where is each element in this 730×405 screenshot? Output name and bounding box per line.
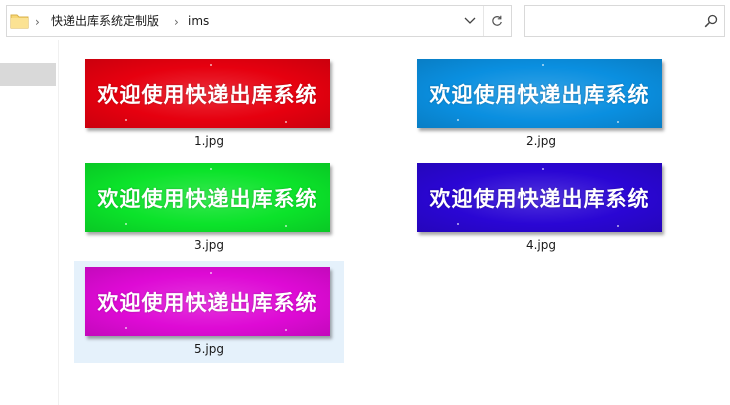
address-bar[interactable]: › 快递出库系统定制版 › ims — [6, 5, 512, 37]
breadcrumb-separator-icon: › — [35, 15, 40, 29]
file-name[interactable]: 4.jpg — [406, 238, 676, 252]
sparkle-dot — [285, 329, 287, 331]
breadcrumb-item-parent[interactable]: 快递出库系统定制版 — [51, 13, 159, 30]
sparkle-dot — [125, 327, 127, 329]
address-bar-divider — [483, 6, 484, 36]
thumbnail-caption: 欢迎使用快递出库系统 — [97, 82, 318, 107]
sparkle-dot — [617, 225, 619, 227]
sparkle-dot — [210, 64, 212, 66]
search-icon[interactable] — [704, 14, 718, 28]
sparkle-dot — [457, 119, 459, 121]
search-input[interactable] — [531, 11, 695, 33]
file-name[interactable]: 2.jpg — [406, 134, 676, 148]
nav-pane-selected-item[interactable] — [0, 63, 56, 86]
file-name[interactable]: 3.jpg — [74, 238, 344, 252]
sparkle-dot — [457, 223, 459, 225]
sparkle-dot — [285, 121, 287, 123]
image-thumbnail[interactable]: 欢迎使用快递出库系统 — [417, 163, 662, 232]
thumbnail-caption: 欢迎使用快递出库系统 — [97, 290, 318, 315]
refresh-button[interactable] — [485, 6, 509, 36]
thumbnail-caption: 欢迎使用快递出库系统 — [97, 186, 318, 211]
sparkle-dot — [125, 223, 127, 225]
image-thumbnail[interactable]: 欢迎使用快递出库系统 — [85, 267, 330, 336]
sparkle-dot — [210, 168, 212, 170]
thumbnail-caption: 欢迎使用快递出库系统 — [429, 82, 650, 107]
folder-icon — [10, 14, 29, 29]
sparkle-dot — [542, 64, 544, 66]
chevron-down-icon — [464, 17, 476, 24]
file-item[interactable]: 欢迎使用快递出库系统 5.jpg — [74, 261, 344, 363]
nav-pane-divider — [58, 40, 59, 405]
file-item[interactable]: 欢迎使用快递出库系统 2.jpg — [406, 53, 676, 155]
file-item[interactable]: 欢迎使用快递出库系统 3.jpg — [74, 157, 344, 259]
breadcrumb-separator-icon: › — [174, 15, 179, 29]
file-name[interactable]: 1.jpg — [74, 134, 344, 148]
sparkle-dot — [285, 225, 287, 227]
file-name[interactable]: 5.jpg — [74, 342, 344, 356]
sparkle-dot — [210, 272, 212, 274]
sparkle-dot — [617, 121, 619, 123]
search-box[interactable] — [524, 5, 725, 37]
file-item[interactable]: 欢迎使用快递出库系统 1.jpg — [74, 53, 344, 155]
thumbnail-caption: 欢迎使用快递出库系统 — [429, 186, 650, 211]
image-thumbnail[interactable]: 欢迎使用快递出库系统 — [417, 59, 662, 128]
sparkle-dot — [125, 119, 127, 121]
sparkle-dot — [542, 168, 544, 170]
history-dropdown-button[interactable] — [458, 6, 482, 36]
image-thumbnail[interactable]: 欢迎使用快递出库系统 — [85, 59, 330, 128]
image-thumbnail[interactable]: 欢迎使用快递出库系统 — [85, 163, 330, 232]
file-item[interactable]: 欢迎使用快递出库系统 4.jpg — [406, 157, 676, 259]
refresh-icon — [492, 15, 502, 26]
breadcrumb-item-current[interactable]: ims — [188, 13, 209, 30]
